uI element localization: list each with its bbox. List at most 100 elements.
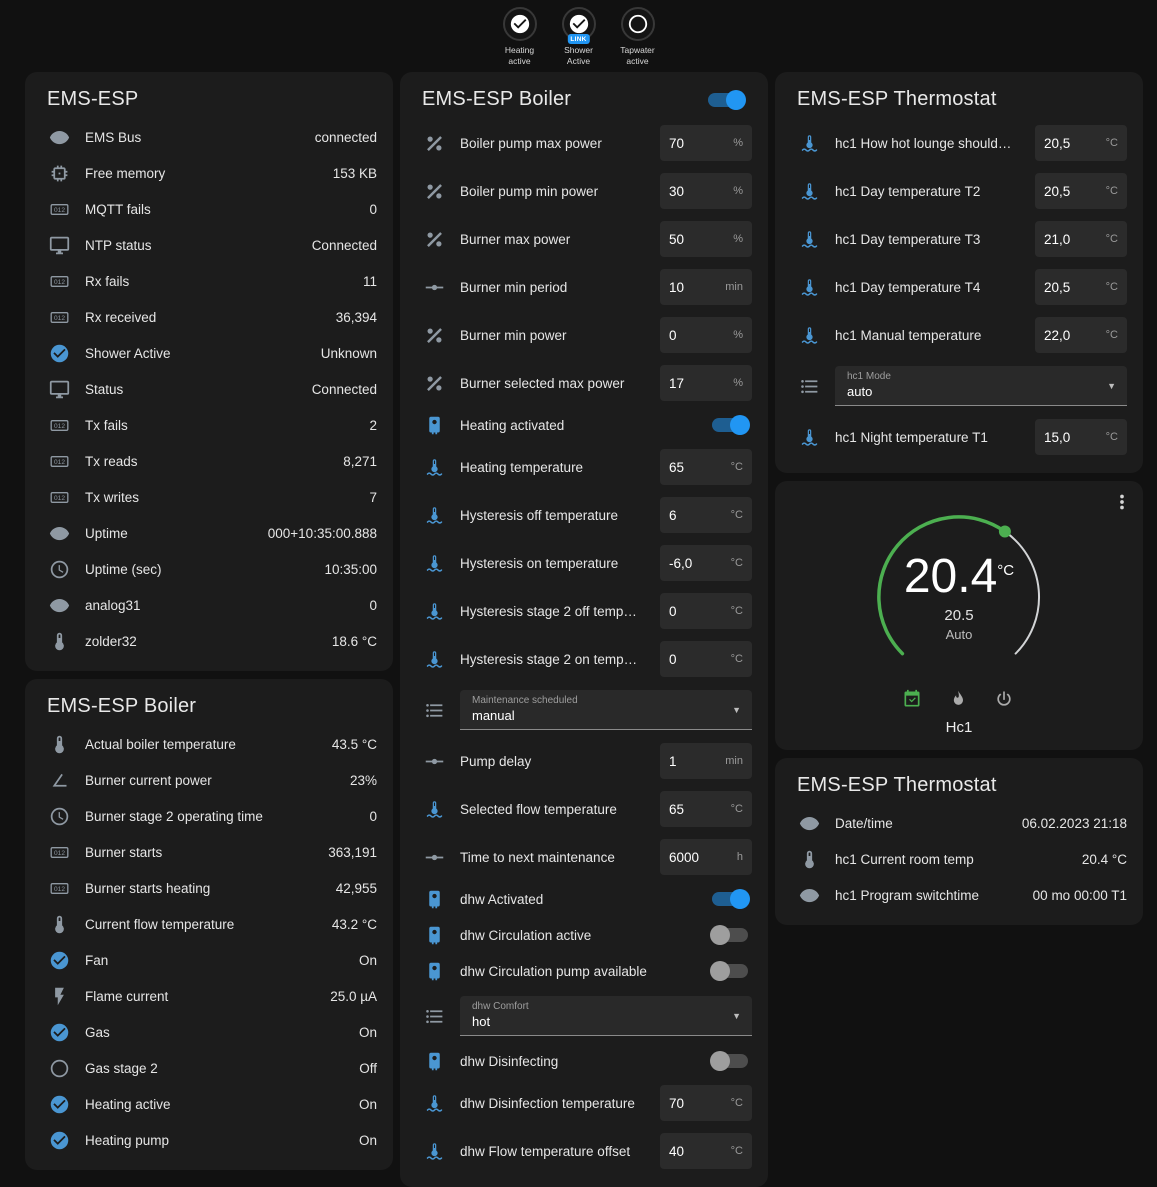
entity-row[interactable]: 012Tx reads8,271 [41, 443, 377, 479]
number-input[interactable]: 20,5°C [1035, 173, 1127, 209]
entity-row[interactable]: Burner selected max power17% [416, 359, 752, 407]
entity-row[interactable]: hc1 Day temperature T420,5°C [791, 263, 1127, 311]
number-input[interactable]: 1min [660, 743, 752, 779]
entity-row[interactable]: 012Tx fails2 [41, 407, 377, 443]
entity-row[interactable]: Heating temperature65°C [416, 443, 752, 491]
entity-row[interactable]: dhw Comforthot▼ [416, 991, 752, 1041]
number-input[interactable]: 40°C [660, 1133, 752, 1169]
entity-row[interactable]: Burner current power23% [41, 762, 377, 798]
toggle-switch[interactable] [710, 925, 750, 945]
entity-row[interactable]: 012MQTT fails0 [41, 191, 377, 227]
entity-row[interactable]: Hysteresis on temperature-6,0°C [416, 539, 752, 587]
toggle-switch[interactable] [710, 1051, 750, 1071]
number-input[interactable]: 50% [660, 221, 752, 257]
entity-row[interactable]: hc1 Night temperature T115,0°C [791, 413, 1127, 461]
entity-row[interactable]: dhw Disinfection temperature70°C [416, 1079, 752, 1127]
entity-row[interactable]: Gas stage 2Off [41, 1050, 377, 1086]
select-input[interactable]: dhw Comforthot▼ [460, 996, 752, 1036]
number-input[interactable]: 20,5°C [1035, 269, 1127, 305]
entity-row[interactable]: dhw Disinfecting [416, 1043, 752, 1079]
entity-row[interactable]: dhw Activated [416, 881, 752, 917]
entity-row[interactable]: analog310 [41, 587, 377, 623]
number-input[interactable]: 6000h [660, 839, 752, 875]
toggle-switch[interactable] [710, 415, 750, 435]
entity-row[interactable]: dhw Circulation pump available [416, 953, 752, 989]
entity-row[interactable]: zolder3218.6 °C [41, 623, 377, 659]
number-input[interactable]: 22,0°C [1035, 317, 1127, 353]
entity-row[interactable]: Boiler pump min power30% [416, 167, 752, 215]
number-input[interactable]: -6,0°C [660, 545, 752, 581]
entity-row[interactable]: dhw Circulation active [416, 917, 752, 953]
number-input[interactable]: 20,5°C [1035, 125, 1127, 161]
entity-row[interactable]: Burner min power0% [416, 311, 752, 359]
entity-row[interactable]: StatusConnected [41, 371, 377, 407]
badge-tapwater-active[interactable]: Tapwater active [613, 7, 663, 72]
entity-row[interactable]: Uptime (sec)10:35:00 [41, 551, 377, 587]
entity-row[interactable]: Shower ActiveUnknown [41, 335, 377, 371]
entity-row[interactable]: GasOn [41, 1014, 377, 1050]
more-menu-icon[interactable] [1111, 491, 1135, 515]
number-input[interactable]: 17% [660, 365, 752, 401]
thermostat-dial[interactable]: 20.4°C 20.5 Auto [859, 497, 1059, 693]
entity-row[interactable]: 012Burner starts heating42,955 [41, 870, 377, 906]
toggle-switch[interactable] [710, 961, 750, 981]
entity-row[interactable]: NTP statusConnected [41, 227, 377, 263]
entity-row[interactable]: hc1 Modeauto▼ [791, 361, 1127, 411]
entity-row[interactable]: hc1 Manual temperature22,0°C [791, 311, 1127, 359]
select-input[interactable]: hc1 Modeauto▼ [835, 366, 1127, 406]
svg-text:012: 012 [54, 279, 65, 286]
badge-shower-active[interactable]: LINK Shower Active [554, 7, 604, 72]
entity-row[interactable]: Hysteresis stage 2 off temp…0°C [416, 587, 752, 635]
entity-row[interactable]: Selected flow temperature65°C [416, 785, 752, 833]
card-power-toggle[interactable] [706, 90, 746, 110]
number-input[interactable]: 70% [660, 125, 752, 161]
entity-row[interactable]: 012Tx writes7 [41, 479, 377, 515]
number-input[interactable]: 70°C [660, 1085, 752, 1121]
entity-row[interactable]: Free memory153 KB [41, 155, 377, 191]
entity-row[interactable]: 012Rx fails11 [41, 263, 377, 299]
number-input[interactable]: 6°C [660, 497, 752, 533]
entity-row[interactable]: EMS Busconnected [41, 119, 377, 155]
number-input[interactable]: 10min [660, 269, 752, 305]
entity-label: Burner min power [460, 328, 660, 343]
entity-row[interactable]: hc1 Current room temp20.4 °C [791, 841, 1127, 877]
number-input[interactable]: 0% [660, 317, 752, 353]
number-input[interactable]: 0°C [660, 641, 752, 677]
entity-row[interactable]: hc1 How hot lounge should…20,5°C [791, 119, 1127, 167]
entity-row[interactable]: Heating pumpOn [41, 1122, 377, 1158]
entity-row[interactable]: FanOn [41, 942, 377, 978]
current-temperature: 20.4°C [904, 553, 1014, 601]
entity-row[interactable]: 012Burner starts363,191 [41, 834, 377, 870]
number-input[interactable]: 15,0°C [1035, 419, 1127, 455]
entity-row[interactable]: Maintenance scheduledmanual▼ [416, 685, 752, 735]
entity-row[interactable]: Flame current25.0 µA [41, 978, 377, 1014]
entity-row[interactable]: Time to next maintenance6000h [416, 833, 752, 881]
entity-row[interactable]: Heating activated [416, 407, 752, 443]
entity-row[interactable]: dhw Flow temperature offset40°C [416, 1127, 752, 1175]
number-input[interactable]: 0°C [660, 593, 752, 629]
number-input[interactable]: 30% [660, 173, 752, 209]
entity-row[interactable]: Uptime000+10:35:00.888 [41, 515, 377, 551]
number-input[interactable]: 65°C [660, 449, 752, 485]
badge-heating-active[interactable]: Heating active [495, 7, 545, 72]
entity-row[interactable]: hc1 Day temperature T220,5°C [791, 167, 1127, 215]
entity-row[interactable]: Pump delay1min [416, 737, 752, 785]
entity-row[interactable]: Burner max power50% [416, 215, 752, 263]
entity-row[interactable]: Burner min period10min [416, 263, 752, 311]
entity-row[interactable]: Hysteresis stage 2 on temp…0°C [416, 635, 752, 683]
entity-row[interactable]: 012Rx received36,394 [41, 299, 377, 335]
number-input[interactable]: 21,0°C [1035, 221, 1127, 257]
number-input[interactable]: 65°C [660, 791, 752, 827]
entity-row[interactable]: hc1 Program switchtime00 mo 00:00 T1 [791, 877, 1127, 913]
select-input[interactable]: Maintenance scheduledmanual▼ [460, 690, 752, 730]
entity-row[interactable]: Heating activeOn [41, 1086, 377, 1122]
entity-row[interactable]: Boiler pump max power70% [416, 119, 752, 167]
entity-row[interactable]: Actual boiler temperature43.5 °C [41, 726, 377, 762]
entity-row[interactable]: Date/time06.02.2023 21:18 [791, 805, 1127, 841]
toggle-switch[interactable] [710, 889, 750, 909]
entity-row[interactable]: hc1 Day temperature T321,0°C [791, 215, 1127, 263]
entity-row[interactable]: Burner stage 2 operating time0 [41, 798, 377, 834]
entity-value: 8,271 [343, 454, 377, 469]
entity-row[interactable]: Hysteresis off temperature6°C [416, 491, 752, 539]
entity-row[interactable]: Current flow temperature43.2 °C [41, 906, 377, 942]
